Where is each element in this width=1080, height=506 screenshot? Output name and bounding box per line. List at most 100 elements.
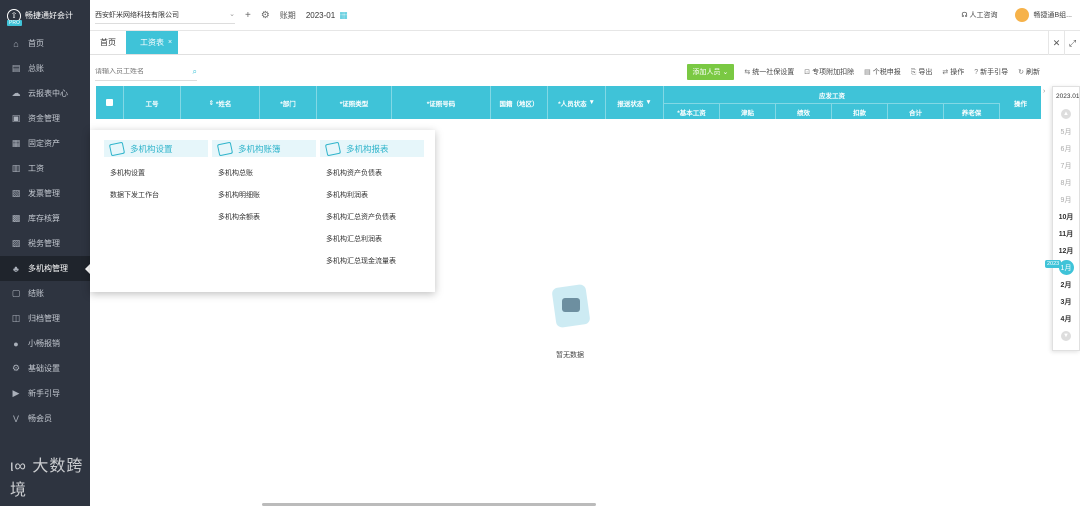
sidebar-item-guide[interactable]: ▶ 新手引导 <box>0 381 90 406</box>
sidebar-item-tax[interactable]: ▨ 税务管理 <box>0 231 90 256</box>
sidebar-item-ledger[interactable]: ▤ 总账 <box>0 56 90 81</box>
help-button[interactable]: ? 新手引导 <box>974 67 1008 77</box>
col-id-number[interactable]: *证照号码 <box>392 86 491 119</box>
sort-icon[interactable]: ⇕ <box>209 99 214 107</box>
document-icon <box>324 141 342 156</box>
tab-home[interactable]: 首页 <box>90 31 126 54</box>
menu-item[interactable]: 多机构设置 <box>104 162 208 184</box>
menu-item[interactable]: 多机构总账 <box>212 162 316 184</box>
sidebar-item-vip[interactable]: V 畅会员 <box>0 406 90 431</box>
sidebar-item-invoice[interactable]: ▧ 发票管理 <box>0 181 90 206</box>
add-person-button[interactable]: 添加人员 ⌄ <box>686 64 735 80</box>
refresh-button[interactable]: ↻ 刷新 <box>1018 67 1040 77</box>
user-name: 畅捷通B组... <box>1033 11 1072 19</box>
month-option[interactable]: 9月 <box>1053 191 1079 208</box>
col-report-status[interactable]: 报送状态 ▼ <box>606 86 664 119</box>
sidebar-item-archive[interactable]: ◫ 归档管理 <box>0 306 90 331</box>
sidebar-item-cloud-report[interactable]: ☁ 云报表中心 <box>0 81 90 106</box>
chevron-right-icon[interactable]: › <box>1043 88 1045 95</box>
col-nationality[interactable]: 国籍（地区） <box>491 86 548 119</box>
salary-icon: ▥ <box>11 163 21 173</box>
export-button[interactable]: ⎘ 导出 <box>911 67 933 77</box>
col-allowance[interactable]: 津贴 <box>720 103 776 119</box>
menu-item[interactable]: 多机构余额表 <box>212 206 316 228</box>
deduction-button[interactable]: ⊡ 专项附加扣除 <box>804 67 854 77</box>
brand[interactable]: ⇧ 畅捷通好会计 PRO <box>0 0 90 31</box>
col-pension[interactable]: 养老保 <box>944 103 1000 119</box>
select-all-checkbox[interactable] <box>106 99 113 106</box>
calendar-icon[interactable]: ▦ <box>339 10 348 21</box>
col-name-label: *姓名 <box>215 100 232 108</box>
menu-item[interactable]: 多机构汇总利润表 <box>320 228 424 250</box>
month-option[interactable]: 5月 <box>1053 123 1079 140</box>
sidebar-item-closing[interactable]: ▢ 结账 <box>0 281 90 306</box>
col-performance[interactable]: 绩效 <box>776 103 832 119</box>
tax-report-button[interactable]: ▤ 个税申报 <box>864 67 901 77</box>
month-option[interactable]: 12月 <box>1053 242 1079 259</box>
expand-icon[interactable]: ⤢ <box>1064 31 1080 55</box>
month-option[interactable]: 3月 <box>1053 293 1079 310</box>
tab-salary[interactable]: 工资表 × <box>126 31 179 54</box>
plus-icon[interactable]: + <box>245 10 251 21</box>
col-name[interactable]: ⇕ *姓名 <box>181 86 260 119</box>
sidebar-item-asset[interactable]: ▦ 固定资产 <box>0 131 90 156</box>
company-select[interactable]: 西安虾米网络科技有限公司 ⌄ <box>95 7 235 24</box>
chevron-up-icon[interactable]: ▲ <box>1061 109 1071 119</box>
menu-item[interactable]: 多机构汇总资产负债表 <box>320 206 424 228</box>
action-label: 专项附加扣除 <box>812 69 855 76</box>
table-header: 工号 ⇕ *姓名 *部门 *证照类型 *证照号码 国籍（地区） *人员状态 ▼ … <box>96 86 1041 119</box>
sidebar-item-inventory[interactable]: ▩ 库存核算 <box>0 206 90 231</box>
month-option[interactable]: 11月 <box>1053 225 1079 242</box>
refresh-icon: ↻ <box>1018 69 1024 76</box>
sidebar-item-wallet[interactable]: ▣ 资金管理 <box>0 106 90 131</box>
support-link[interactable]: ☊ 人工咨询 <box>961 10 997 20</box>
sidebar-item-label: 新手引导 <box>28 389 60 398</box>
month-option[interactable]: 4月 <box>1053 310 1079 327</box>
col-id-type[interactable]: *证照类型 <box>317 86 392 119</box>
sync-button[interactable]: ⇆ 统一社保设置 <box>744 67 794 77</box>
tax-icon: ▨ <box>11 238 21 248</box>
col-basic-salary[interactable]: *基本工资 <box>664 103 720 119</box>
menu-item[interactable]: 多机构资产负债表 <box>320 162 424 184</box>
col-employee-no[interactable]: 工号 <box>124 86 181 119</box>
sidebar-nav: ⌂ 首页 ▤ 总账 ☁ 云报表中心 ▣ 资金管理 ▦ 固定资产 ▥ 工资 ▧ 发票管理 ▩ 库存核算 ▨ 税务管理… <box>0 31 90 431</box>
col-person-status[interactable]: *人员状态 ▼ <box>548 86 606 119</box>
close-all-icon[interactable]: ✕ <box>1048 31 1064 55</box>
menu-item[interactable]: 多机构明细账 <box>212 184 316 206</box>
sidebar-item-reimburse[interactable]: ● 小畅报销 <box>0 331 90 356</box>
gear-icon[interactable]: ⚙ <box>261 10 270 21</box>
sidebar-item-settings[interactable]: ⚙ 基础设置 <box>0 356 90 381</box>
export-icon: ⎘ <box>910 69 917 76</box>
month-option[interactable]: 8月 <box>1053 174 1079 191</box>
menu-item[interactable]: 多机构汇总现金流量表 <box>320 250 424 272</box>
user-menu[interactable]: 畅捷通B组... <box>1015 8 1072 22</box>
month-option[interactable]: 6月 <box>1053 140 1079 157</box>
month-option[interactable]: 7月 <box>1053 157 1079 174</box>
cloud-report-icon: ☁ <box>11 88 21 98</box>
menu-column-title-text: 多机构设置 <box>130 143 173 154</box>
chevron-down-icon[interactable]: ▼ <box>1061 331 1071 341</box>
deduction-icon: ⊡ <box>804 69 811 76</box>
filter-icon[interactable]: ▼ <box>645 99 651 106</box>
menu-item[interactable]: 数据下发工作台 <box>104 184 208 206</box>
sidebar-item-salary[interactable]: ▥ 工资 <box>0 156 90 181</box>
menu-item[interactable]: 多机构利润表 <box>320 184 424 206</box>
col-department[interactable]: *部门 <box>260 86 317 119</box>
closing-icon: ▢ <box>11 288 21 298</box>
col-deduction[interactable]: 扣款 <box>832 103 888 119</box>
filter-icon[interactable]: ▼ <box>588 99 594 106</box>
search-input[interactable] <box>95 68 181 75</box>
action-label: 导出 <box>918 69 933 76</box>
month-option[interactable]: 2月 <box>1053 276 1079 293</box>
period-value[interactable]: 2023-01 <box>306 11 335 20</box>
month-option[interactable]: 10月 <box>1053 208 1079 225</box>
col-total[interactable]: 合计 <box>888 103 944 119</box>
top-bar: 西安虾米网络科技有限公司 ⌄ + ⚙ 账期 2023-01 ▦ ☊ 人工咨询 畅… <box>90 0 1080 31</box>
menu-column-title: 多机构设置 <box>104 140 208 157</box>
close-icon[interactable]: × <box>168 39 172 46</box>
sidebar-item-multi-org[interactable]: ♣ 多机构管理 <box>0 256 90 281</box>
search-icon[interactable]: ⌕ <box>193 67 197 77</box>
sidebar-item-home[interactable]: ⌂ 首页 <box>0 31 90 56</box>
headset-icon: ☊ <box>961 12 968 19</box>
operate-button[interactable]: ⇄ 操作 <box>942 67 964 77</box>
